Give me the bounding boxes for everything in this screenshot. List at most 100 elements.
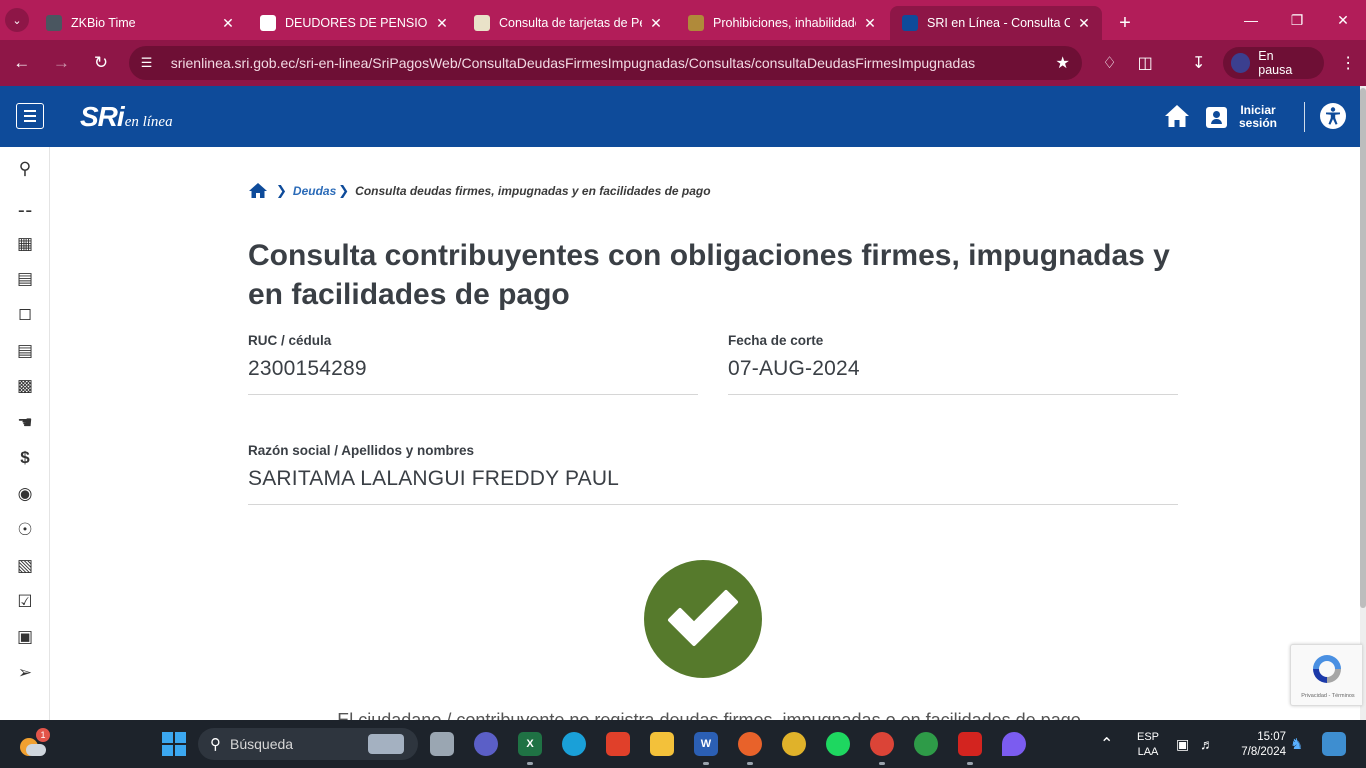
search-icon[interactable]: ⚲ (12, 158, 38, 180)
ruc-field: RUC / cédula 2300154289 (248, 333, 698, 395)
home-icon[interactable] (1163, 102, 1191, 130)
browser-tab-4[interactable]: SRI en Línea - Consulta Cont ✕ (890, 6, 1102, 40)
dollar-icon[interactable]: $ (12, 447, 38, 469)
browser-tab-title: DEUDORES DE PENSIONES A (285, 16, 428, 30)
browser-tab-3[interactable]: Prohibiciones, inhabilidades ✕ (676, 6, 888, 40)
site-info-icon[interactable]: ☰ (141, 55, 161, 71)
menu-kebab-icon[interactable]: ⋮ (1330, 45, 1366, 81)
extensions-icon[interactable]: ◫ (1127, 45, 1163, 81)
browser-tab-1[interactable]: DEUDORES DE PENSIONES A ✕ (248, 6, 460, 40)
browser-tab-0[interactable]: ZKBio Time ✕ (34, 6, 246, 40)
key-icon[interactable]: ⚋ (12, 196, 38, 218)
close-tab-icon[interactable]: ✕ (1076, 15, 1092, 32)
document-icon[interactable]: ▩ (12, 375, 38, 397)
page-scrollbar[interactable] (1360, 86, 1366, 720)
sri-logo[interactable]: SRi en línea (80, 101, 173, 133)
close-tab-icon[interactable]: ✕ (862, 15, 878, 32)
hamburger-menu-button[interactable] (16, 103, 44, 129)
address-bar[interactable]: ☰ srienlinea.sri.gob.ec/sri-en-linea/Sri… (128, 46, 1082, 80)
firefox-app-icon[interactable] (738, 732, 762, 765)
checklist-icon[interactable]: ☑ (12, 591, 38, 613)
windows-start-button[interactable] (162, 732, 186, 756)
volume-icon[interactable]: ♬ (1200, 720, 1214, 768)
tray-overflow-icon[interactable]: ⌃ (1100, 720, 1113, 768)
page-title: Consulta contribuyentes con obligaciones… (248, 239, 1170, 311)
browser-tab-title: Consulta de tarjetas de Pens (499, 16, 642, 30)
meet-app-icon[interactable] (474, 732, 498, 756)
ruc-value: 2300154289 (248, 357, 367, 380)
car-icon[interactable]: ▣ (12, 626, 38, 648)
fecha-corte-label: Fecha de corte (728, 333, 824, 348)
building-icon[interactable]: ▦ (12, 233, 38, 255)
profile-button[interactable]: En pausa (1222, 47, 1325, 79)
file-explorer-icon[interactable] (650, 732, 674, 756)
back-button[interactable]: ← (4, 45, 40, 81)
spotify-app-icon[interactable] (826, 732, 850, 756)
breadcrumb-home-icon[interactable] (248, 182, 268, 199)
ruc-label: RUC / cédula (248, 333, 332, 348)
taskbar-search[interactable]: ⚲ Búsqueda (198, 728, 418, 760)
network-icon[interactable]: ▣ (1176, 720, 1189, 768)
pdf-app-icon[interactable] (606, 732, 630, 756)
accessibility-icon[interactable] (1320, 103, 1346, 129)
arrow-right-icon[interactable]: ➢ (12, 662, 38, 684)
hand-tag-icon[interactable]: ☚ (12, 412, 38, 434)
browser-toolbar: ← → ↻ ☰ srienlinea.sri.gob.ec/sri-en-lin… (0, 40, 1366, 86)
recaptcha-badge[interactable]: Privacidad - Términos (1290, 644, 1362, 706)
breadcrumb-link-deudas[interactable]: Deudas (293, 184, 336, 198)
chrome-profile-app-icon[interactable] (870, 732, 894, 765)
notifications-bell-icon[interactable]: ♞ (1290, 720, 1303, 768)
hand-money-icon[interactable]: ☉ (12, 519, 38, 541)
task-view-icon[interactable] (430, 732, 454, 756)
chrome-app-icon[interactable] (782, 732, 806, 756)
result-message: El ciudadano / contribuyente no registra… (248, 711, 1170, 720)
bookmark-star-icon[interactable]: ★ (1055, 53, 1069, 73)
clock-date: 7/8/2024 (1241, 746, 1286, 758)
close-tab-icon[interactable]: ✕ (220, 15, 236, 32)
browser-tab-bar: ⌄ ZKBio Time✕DEUDORES DE PENSIONES A✕Con… (0, 0, 1366, 40)
browser-tab-title: Prohibiciones, inhabilidades (713, 16, 856, 30)
restore-icon[interactable]: ❐ (1274, 0, 1320, 40)
downloads-icon[interactable]: ↧ (1181, 45, 1217, 81)
word-app-icon[interactable]: W (694, 732, 718, 765)
weather-widget[interactable]: 1 (18, 728, 50, 758)
breadcrumb: ❯ Deudas ❯ Consulta deudas firmes, impug… (248, 182, 711, 199)
close-window-icon[interactable]: ✕ (1320, 0, 1366, 40)
tab-strip: ZKBio Time✕DEUDORES DE PENSIONES A✕Consu… (34, 6, 1104, 40)
performance-icon[interactable]: ♢ (1092, 45, 1128, 81)
recaptcha-icon (1313, 655, 1341, 683)
edge-app-icon[interactable] (562, 732, 586, 756)
close-tab-icon[interactable]: ✕ (434, 15, 450, 32)
razon-social-label: Razón social / Apellidos y nombres (248, 443, 475, 458)
laptop-icon[interactable]: ◻ (12, 303, 38, 325)
browser-tab-2[interactable]: Consulta de tarjetas de Pens ✕ (462, 6, 674, 40)
keyboard-layout: LAA (1137, 746, 1159, 758)
minimize-icon[interactable]: — (1228, 0, 1274, 40)
chrome-active-app-icon[interactable] (914, 732, 938, 756)
close-tab-icon[interactable]: ✕ (648, 15, 664, 32)
document-list-icon[interactable]: ▤ (12, 340, 38, 362)
drop-app-icon[interactable] (1002, 732, 1026, 756)
receipt-icon[interactable]: ▧ (12, 555, 38, 577)
header-divider (1304, 102, 1305, 132)
profile-label: En pausa (1258, 49, 1293, 77)
recaptcha-terms[interactable]: Privacidad - Términos (1293, 693, 1363, 699)
login-label: Iniciar sesión (1238, 103, 1277, 130)
reload-button[interactable]: ↻ (83, 45, 119, 81)
clock-time: 15:07 (1257, 731, 1286, 743)
weather-badge: 1 (36, 728, 50, 742)
tab-search-button[interactable]: ⌄ (0, 0, 34, 40)
acrobat-app-icon[interactable] (958, 732, 982, 765)
cloud-icon (26, 744, 46, 756)
cash-register-icon[interactable]: ▤ (12, 268, 38, 290)
login-button[interactable]: Iniciar sesión (1206, 104, 1280, 130)
coin-icon[interactable]: ◉ (12, 483, 38, 505)
url-text: srienlinea.sri.gob.ec/sri-en-linea/SriPa… (170, 55, 976, 71)
excel-app-icon[interactable]: X (518, 732, 542, 765)
system-clock[interactable]: 15:07 7/8/2024 (1228, 730, 1286, 760)
razon-social-value: SARITAMA LALANGUI FREDDY PAUL (248, 467, 620, 490)
copilot-icon[interactable] (1322, 732, 1346, 756)
language-indicator[interactable]: ESP LAA (1136, 730, 1160, 760)
new-tab-button[interactable]: + (1110, 6, 1140, 40)
forward-button[interactable]: → (44, 45, 80, 81)
